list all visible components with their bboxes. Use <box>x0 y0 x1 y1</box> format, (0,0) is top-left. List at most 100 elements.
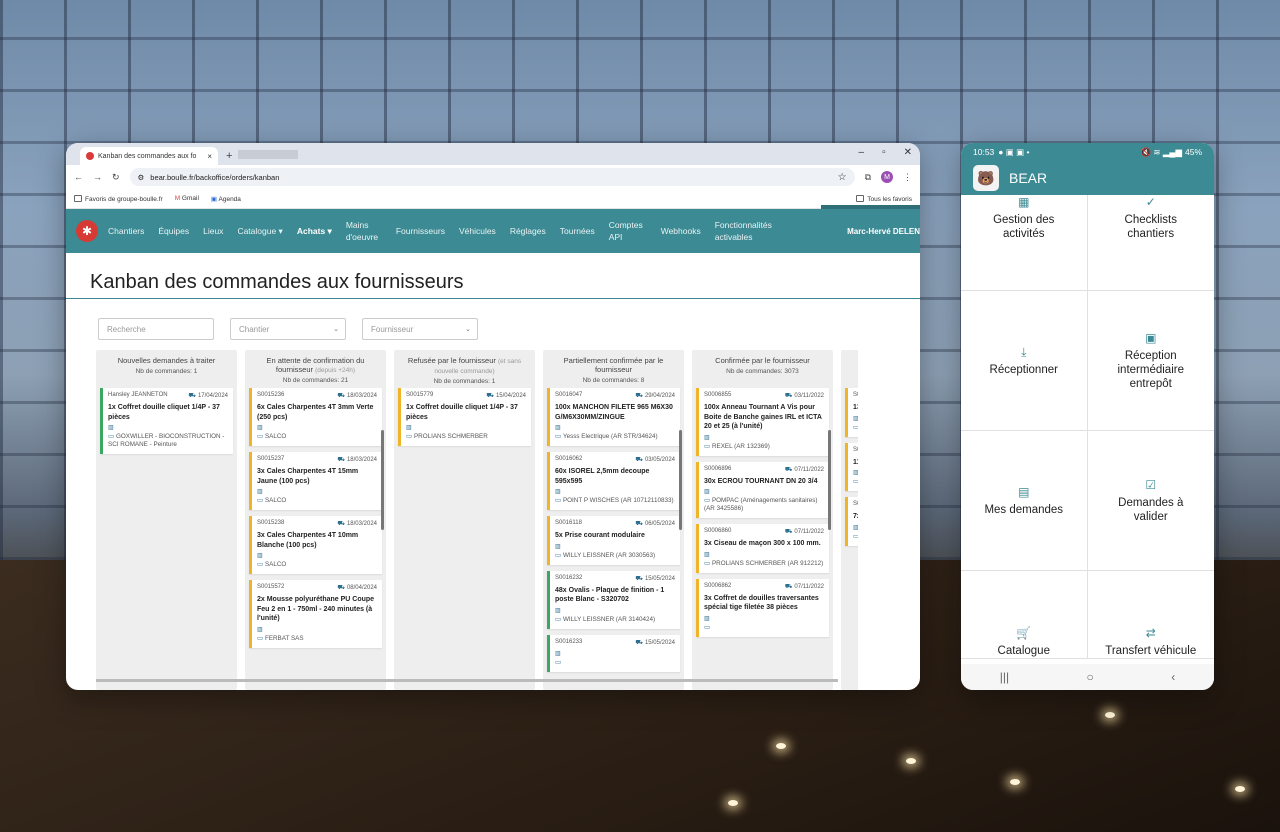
menu-tile[interactable]: ▤ Mes demandes <box>961 431 1088 571</box>
recent-apps-icon[interactable]: ||| <box>1000 670 1009 684</box>
order-card[interactable]: S0015237 ⛟ 18/03/2024 3x Cales Charpentes… <box>249 452 382 510</box>
order-supplier: ▭ POINT P WISCHES (AR 10712110833) <box>555 497 675 505</box>
bookmark-label: Agenda <box>218 195 241 203</box>
brand-logo-icon[interactable]: ✱ <box>76 220 98 242</box>
order-title: 3x Ciseau de maçon 300 x 100 mm. <box>704 540 821 547</box>
column-scrollbar[interactable] <box>828 430 831 530</box>
order-card[interactable]: S0015445 ⛟ 7x Prise étanche anthracit OX… <box>845 497 858 546</box>
order-card[interactable]: S0006862 ⛟ 07/11/2022 3x Coffret de douil… <box>696 578 829 637</box>
order-supplier: ▭ POMPAC (Aménagements sanitaires) (AR 34… <box>704 497 824 513</box>
nav-lieux[interactable]: Lieux <box>203 225 223 237</box>
new-tab-button[interactable]: + <box>226 150 232 162</box>
profile-avatar[interactable]: M <box>881 171 893 183</box>
status-bar: 10:53 ● ▣ ▣ • 🔇 ≋ ▂▄▆ 45% <box>961 143 1214 161</box>
supplier-icon: ▭ <box>257 497 263 504</box>
bookmark-star-icon[interactable]: ☆ <box>838 172 847 183</box>
extensions-icon[interactable]: ⧉ <box>865 172 871 183</box>
column-header: En attente de confirmation du fournisseu… <box>245 350 386 388</box>
column-scrollbar[interactable] <box>381 430 384 530</box>
order-card[interactable]: S0006855 ⛟ 03/11/2022 100x Anneau Tournan… <box>696 388 829 456</box>
maximize-icon[interactable]: ▫ <box>882 147 886 158</box>
order-card[interactable]: S0016233 ⛟ 15/05/2024 ▥ ▭ <box>547 634 680 672</box>
home-icon[interactable]: ○ <box>1087 670 1094 684</box>
menu-tile[interactable]: ✓ Checklists chantiers <box>1087 195 1214 291</box>
order-card[interactable]: S0006896 ⛟ 07/11/2022 30x ECROU TOURNANT … <box>696 461 829 518</box>
order-date: 07/11/2022 <box>794 466 824 473</box>
building-icon: ▥ <box>555 650 561 657</box>
nav-catalogue[interactable]: Catalogue ▾ <box>237 225 282 237</box>
order-card[interactable]: S0016062 ⛟ 03/05/2024 60x ISOREL 2,5mm de… <box>547 452 680 510</box>
nav-reglages[interactable]: Réglages <box>510 225 546 237</box>
nav-equipes[interactable]: Équipes <box>158 225 189 237</box>
supplier-icon: ▭ <box>108 433 114 440</box>
supplier-icon: ▭ <box>257 634 263 642</box>
nav-webhooks[interactable]: Webhooks <box>661 225 701 237</box>
fournisseur-select[interactable]: Fournisseur ⌄ <box>362 318 478 340</box>
reload-icon[interactable]: ↻ <box>112 172 120 183</box>
chantier-select[interactable]: Chantier ⌄ <box>230 318 346 340</box>
nav-fournisseurs[interactable]: Fournisseurs <box>396 225 445 237</box>
truck-icon: ⛟ <box>784 583 793 590</box>
nav-chantiers[interactable]: Chantiers <box>108 225 144 237</box>
nav-tournees[interactable]: Tournées <box>560 225 595 237</box>
check-icon: ✓ <box>1145 195 1156 209</box>
nav-achats[interactable]: Achats ▾ <box>297 225 332 237</box>
order-card[interactable]: S0015214 ⛟ 116x Oval postes H mm - Bla ▥… <box>845 442 858 491</box>
address-bar[interactable]: ⚙ bear.boulle.fr/backoffice/orders/kanba… <box>129 168 855 186</box>
order-title: 6x Cales Charpentes 4T 3mm Verte (250 pc… <box>257 404 374 421</box>
order-card[interactable]: S0015238 ⛟ 18/03/2024 3x Cales Charpentes… <box>249 516 382 574</box>
menu-tile[interactable]: ⇄ Transfert véhicule <box>1087 571 1214 659</box>
all-bookmarks[interactable]: Tous les favoris <box>856 194 912 203</box>
order-card[interactable]: S0015236 ⛟ 18/03/2024 6x Cales Charpentes… <box>249 388 382 446</box>
browser-tab[interactable]: Kanban des commandes aux fo × <box>80 147 218 165</box>
building-icon: ▥ <box>257 425 263 431</box>
checkbox-icon: ☑ <box>1145 477 1157 492</box>
menu-tile[interactable]: 🛒 Catalogue <box>961 571 1088 659</box>
menu-tile[interactable]: ▣ Réception intermédiaire entrepôt <box>1087 291 1214 431</box>
order-card[interactable]: S0016047 ⛟ 29/04/2024 100x MANCHON FILETE… <box>547 388 680 446</box>
order-card[interactable]: S0006860 ⛟ 07/11/2022 3x Ciseau de maçon … <box>696 524 829 573</box>
close-tab-icon[interactable]: × <box>207 152 212 161</box>
menu-tile[interactable]: ☑ Demandes à valider <box>1087 431 1214 571</box>
horizontal-scrollbar[interactable] <box>96 679 838 682</box>
order-supplier: ▭ Yesss Electrique (AR STR/34624) <box>555 433 675 441</box>
order-title: 116x Oval postes H mm - Bla <box>853 458 858 466</box>
close-window-icon[interactable]: ✕ <box>904 147 912 158</box>
minimize-icon[interactable]: – <box>859 147 865 158</box>
bookmark-item[interactable]: M Gmail <box>175 195 199 202</box>
search-input[interactable]: Recherche <box>98 318 214 340</box>
site-info-icon[interactable]: ⚙ <box>138 173 145 182</box>
order-card[interactable]: Hansley JEANNETON ⛟ 17/04/2024 1x Coffret… <box>100 388 233 454</box>
order-card[interactable]: S0016118 ⛟ 06/05/2024 5x Prise courant mo… <box>547 516 680 565</box>
signal-icons: 🔇 ≋ ▂▄▆ <box>1140 146 1182 157</box>
phone-screen: 10:53 ● ▣ ▣ • 🔇 ≋ ▂▄▆ 45% 🐻 BEAR ▦ Gesti… <box>961 143 1214 690</box>
nav-fonctionnalites[interactable]: Fonctionnalités activables <box>715 219 781 243</box>
order-ref: S0015572 <box>257 584 285 590</box>
truck-icon: ⛟ <box>337 393 345 399</box>
column-scrollbar[interactable] <box>679 430 682 530</box>
order-card[interactable]: S0015779 ⛟ 15/04/2024 1x Coffret douille … <box>398 388 531 446</box>
building-icon: ▥ <box>555 543 561 550</box>
user-menu[interactable]: Marc-Hervé DELEN <box>847 227 920 236</box>
column-header: Partiellement confirmée par le fournisse… <box>543 350 684 388</box>
card-header: S0015238 ⛟ 18/03/2024 <box>257 520 377 528</box>
bookmark-item[interactable]: Favoris de groupe-boulle.fr <box>74 194 163 203</box>
back-nav-icon[interactable]: ‹ <box>1171 670 1175 684</box>
back-icon[interactable]: ← <box>74 172 83 182</box>
menu-icon[interactable]: ⋮ <box>903 172 912 183</box>
bookmark-item[interactable]: ▣ Agenda <box>211 195 241 203</box>
truck-icon: ⛟ <box>635 639 643 646</box>
order-card[interactable]: S0016232 ⛟ 15/05/2024 48x Ovalis - Plaque… <box>547 570 680 629</box>
nav-mains-oeuvre[interactable]: Mains d'oeuvre <box>346 219 382 243</box>
order-title: 100x Anneau Tournant A Vis pour Boite de… <box>704 404 822 430</box>
forward-icon[interactable]: → <box>93 172 102 182</box>
order-title: 2x Mousse polyuréthane PU Coupe Feu 2 en… <box>257 596 375 622</box>
order-card[interactable]: S0015572 ⛟ 08/04/2024 2x Mousse polyuréth… <box>249 580 382 648</box>
nav-comptes-api[interactable]: Comptes API <box>609 219 647 243</box>
order-card[interactable]: S0015216 ⛟ 138x Ova 2 postes - Blanc - ▥… <box>845 388 858 437</box>
order-title: 1x Coffret douille cliquet 1/4P - 37 piè… <box>108 404 220 421</box>
newspaper-icon: ▤ <box>1018 484 1030 499</box>
menu-tile[interactable]: ⤓ Réceptionner <box>961 291 1088 431</box>
nav-vehicules[interactable]: Véhicules <box>459 225 496 237</box>
menu-tile[interactable]: ▦ Gestion des activités <box>961 195 1088 291</box>
